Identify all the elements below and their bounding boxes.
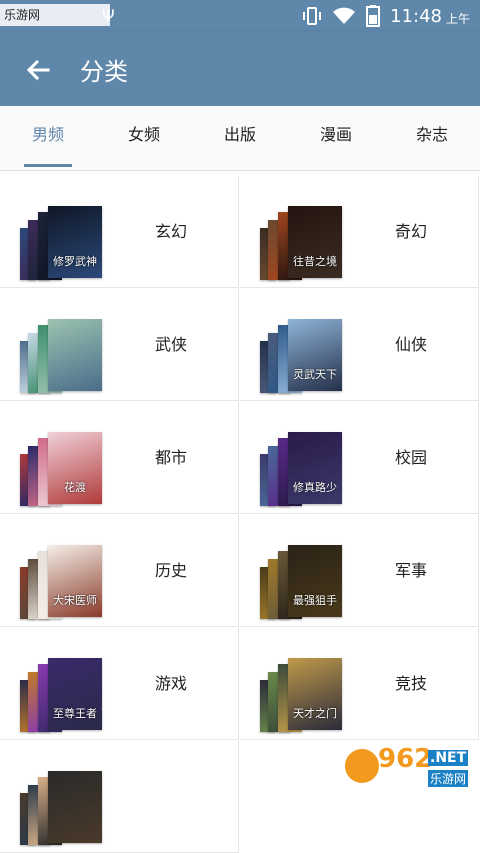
- cover-title: 灵武天下: [293, 368, 337, 381]
- battery-icon: [366, 5, 381, 27]
- category-label: 游戏: [155, 674, 188, 693]
- category-item[interactable]: 修罗武神 玄幻: [0, 176, 239, 288]
- tab-comic[interactable]: 漫画: [288, 106, 384, 170]
- book-cover-stack: [20, 319, 102, 393]
- book-cover-stack: 灵武天下: [260, 319, 342, 393]
- logo-net: .NET: [428, 750, 469, 766]
- category-item[interactable]: [0, 741, 239, 853]
- book-cover-image: 大宋医师: [48, 545, 102, 617]
- back-arrow-icon[interactable]: [22, 54, 54, 86]
- app-bar: 分类: [0, 32, 480, 106]
- book-cover-stack: 天才之门: [260, 658, 342, 732]
- tab-magazine[interactable]: 杂志: [384, 106, 480, 170]
- cover-title: 最强狙手: [293, 594, 337, 607]
- logo-cn: 乐游网: [428, 770, 469, 787]
- category-label: 仙侠: [395, 335, 428, 354]
- book-cover-image: 花渡: [48, 432, 102, 504]
- watermark-url: 乐游网 www.962.net: [0, 4, 110, 44]
- category-item[interactable]: 花渡 都市: [0, 402, 239, 514]
- page-title: 分类: [80, 58, 128, 86]
- category-item[interactable]: 武侠: [0, 289, 239, 401]
- book-cover-image: 天才之门: [288, 658, 342, 730]
- category-label: 军事: [395, 561, 428, 580]
- category-item[interactable]: 大宋医师 历史: [0, 515, 239, 627]
- book-cover-stack: [20, 771, 102, 845]
- category-item[interactable]: 修真路少 校园: [240, 402, 479, 514]
- book-cover-stack: 大宋医师: [20, 545, 102, 619]
- watermark-logo: 962 .NET 乐游网: [342, 742, 474, 794]
- tab-publish[interactable]: 出版: [192, 106, 288, 170]
- vibrate-icon: [303, 7, 322, 25]
- category-item[interactable]: 灵武天下 仙侠: [240, 289, 479, 401]
- book-cover-stack: 往昔之境: [260, 206, 342, 280]
- category-item[interactable]: 最强狙手 军事: [240, 515, 479, 627]
- book-cover-image: 修罗武神: [48, 206, 102, 278]
- book-cover-stack: 修罗武神: [20, 206, 102, 280]
- category-label: 校园: [395, 448, 428, 467]
- category-item[interactable]: 往昔之境 奇幻: [240, 176, 479, 288]
- book-cover-image: [48, 771, 102, 843]
- clock-ampm: 上午: [445, 11, 470, 26]
- book-cover-image: 最强狙手: [288, 545, 342, 617]
- book-cover-stack: 修真路少: [260, 432, 342, 506]
- book-cover-stack: 花渡: [20, 432, 102, 506]
- category-label: 都市: [155, 448, 188, 467]
- cover-title: 修罗武神: [53, 255, 97, 268]
- category-label: 奇幻: [395, 222, 428, 241]
- book-cover-stack: 最强狙手: [260, 545, 342, 619]
- category-item[interactable]: 天才之门 竞技: [240, 628, 479, 740]
- book-cover-image: 至尊王者: [48, 658, 102, 730]
- book-cover-image: 往昔之境: [288, 206, 342, 278]
- category-label: 玄幻: [155, 222, 188, 241]
- tab-male[interactable]: 男频: [0, 106, 96, 170]
- cover-title: 往昔之境: [293, 255, 337, 268]
- usb-icon: Ψ: [102, 6, 115, 25]
- book-cover-image: 修真路少: [288, 432, 342, 504]
- status-bar: 乐游网 www.962.net Ψ 11:48 上午: [0, 0, 480, 44]
- category-tabs: 男频 女频 出版 漫画 杂志: [0, 106, 480, 171]
- logo-number: 962: [378, 744, 433, 774]
- cover-title: 天才之门: [293, 707, 337, 720]
- cover-title: 至尊王者: [53, 707, 97, 720]
- book-cover-image: 灵武天下: [288, 319, 342, 391]
- tab-indicator: [24, 164, 72, 167]
- book-cover-image: [48, 319, 102, 391]
- category-item[interactable]: 至尊王者 游戏: [0, 628, 239, 740]
- book-cover-stack: 至尊王者: [20, 658, 102, 732]
- cover-title: 大宋医师: [53, 594, 97, 607]
- cover-title: 修真路少: [293, 481, 337, 494]
- category-grid: 修罗武神 玄幻 往昔之境 奇幻 武侠 灵武天下 仙侠 花渡 都市 修真路少 校园 大宋医师 历史 最强狙手…: [0, 176, 480, 853]
- cover-title: 花渡: [64, 481, 86, 494]
- wifi-icon: [333, 7, 356, 24]
- category-label: 武侠: [155, 335, 188, 354]
- clock: 11:48: [390, 5, 442, 27]
- tab-female[interactable]: 女频: [96, 106, 192, 170]
- category-label: 历史: [155, 561, 188, 580]
- logo-circle-icon: [342, 746, 382, 786]
- category-label: 竞技: [395, 674, 428, 693]
